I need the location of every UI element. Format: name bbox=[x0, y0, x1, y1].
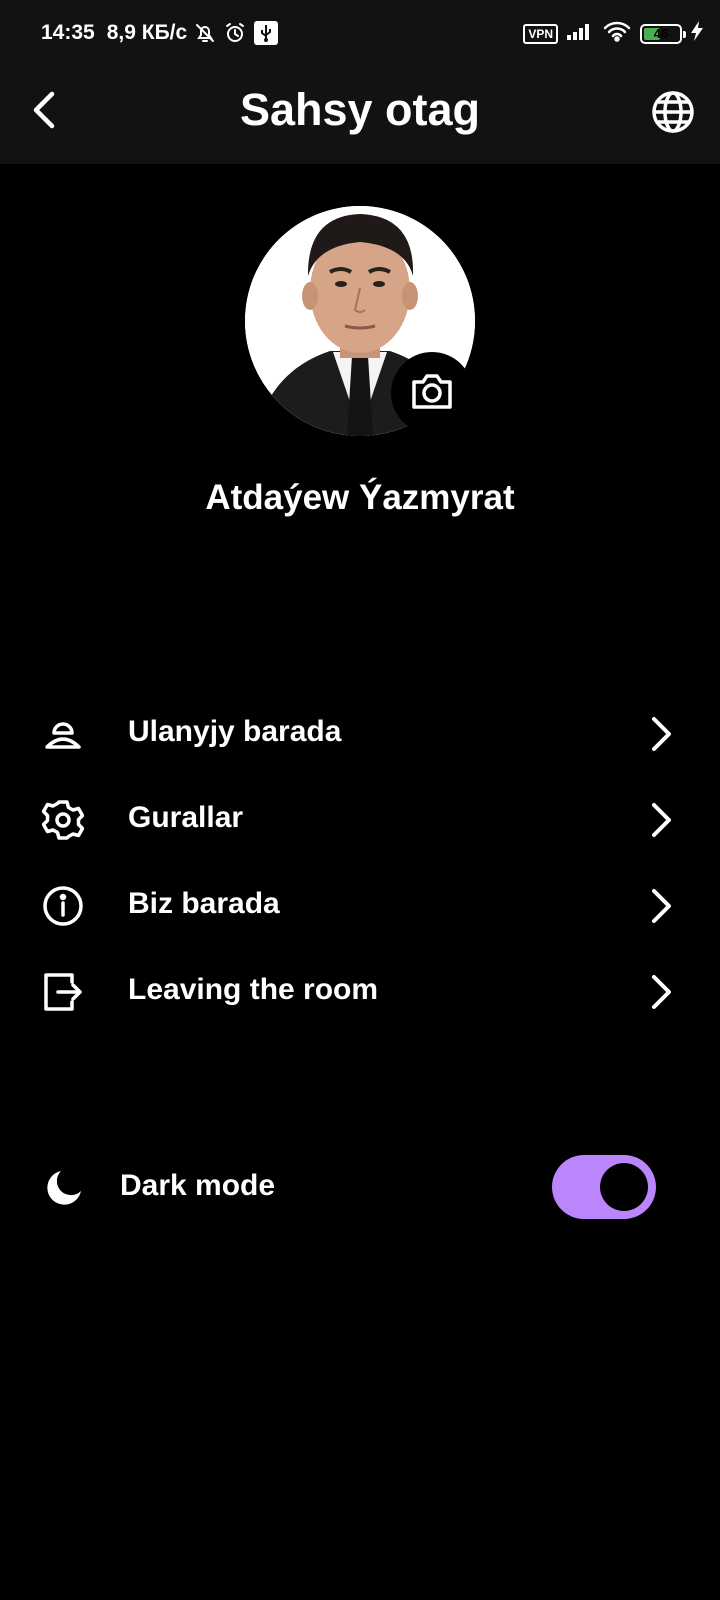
menu-item-about[interactable]: Biz barada bbox=[0, 866, 720, 946]
vpn-badge: VPN bbox=[523, 23, 558, 44]
mute-icon bbox=[193, 21, 217, 45]
camera-icon bbox=[410, 371, 454, 416]
signal-icon bbox=[566, 21, 594, 46]
menu-item-user-info[interactable]: Ulanyjy barada bbox=[0, 694, 720, 774]
dark-mode-toggle[interactable] bbox=[552, 1155, 656, 1219]
chevron-right-icon bbox=[648, 802, 678, 838]
charging-icon bbox=[690, 20, 704, 47]
wifi-icon bbox=[602, 20, 632, 47]
menu-label-logout: Leaving the room bbox=[128, 973, 379, 1006]
battery-level: 46 bbox=[653, 26, 669, 41]
battery-indicator: 46 bbox=[640, 23, 686, 44]
dark-mode-row: Dark mode bbox=[0, 1148, 720, 1228]
user-name: Atdaýew Ýazmyrat bbox=[205, 478, 515, 517]
app-header: Sahsy otag bbox=[0, 68, 720, 164]
logout-icon bbox=[42, 971, 84, 1013]
menu-label-about: Biz barada bbox=[128, 887, 280, 920]
status-time: 14:35 bbox=[41, 21, 95, 44]
change-photo-button[interactable] bbox=[391, 352, 473, 434]
status-left: 14:35 8,9 КБ/с bbox=[41, 20, 279, 46]
toggle-knob bbox=[600, 1163, 648, 1211]
chevron-right-icon bbox=[648, 974, 678, 1010]
status-bar: 14:35 8,9 КБ/с VPN 46 bbox=[0, 0, 720, 68]
menu-item-logout[interactable]: Leaving the room bbox=[0, 952, 720, 1032]
gear-icon bbox=[41, 799, 85, 841]
dark-mode-label: Dark mode bbox=[120, 1169, 276, 1202]
menu-item-tools[interactable]: Gurallar bbox=[0, 780, 720, 860]
avatar-container bbox=[245, 206, 475, 436]
menu-label-user-info: Ulanyjy barada bbox=[128, 715, 342, 748]
chevron-right-icon bbox=[648, 716, 678, 752]
moon-icon bbox=[44, 1168, 84, 1208]
page-title: Sahsy otag bbox=[239, 84, 481, 135]
alarm-icon bbox=[223, 21, 247, 45]
globe-icon bbox=[648, 91, 698, 141]
language-button[interactable] bbox=[648, 87, 698, 137]
chevron-right-icon bbox=[648, 888, 678, 924]
user-icon bbox=[42, 713, 84, 755]
status-right: VPN 46 bbox=[523, 20, 704, 47]
usb-icon bbox=[253, 20, 279, 46]
info-icon bbox=[42, 885, 84, 927]
status-speed: 8,9 КБ/с bbox=[106, 21, 188, 44]
menu-label-tools: Gurallar bbox=[128, 801, 244, 834]
